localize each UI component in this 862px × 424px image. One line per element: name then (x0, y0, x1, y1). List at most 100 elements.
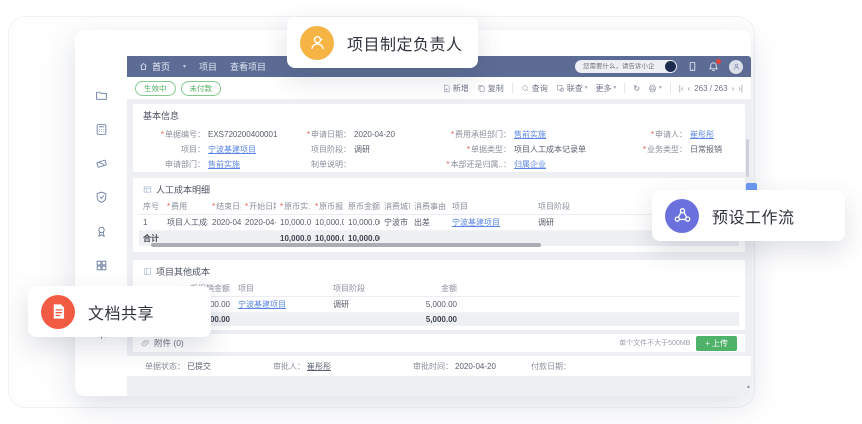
table-header-row: 序号 *费用 *结束日期 *开始日期 *原币实... *原币报... 原币金额 … (139, 199, 739, 215)
field-value-link[interactable]: 归属企业 (514, 159, 546, 170)
cell: 10,000.00 (344, 215, 380, 231)
chevron-down-icon: ▾ (585, 85, 588, 91)
field-apply-date: *申请日期： 2020-04-20 (295, 127, 417, 142)
linked-query-button[interactable]: 联查 ▾ (556, 83, 588, 94)
cell: 2020-04-01 (208, 215, 241, 231)
pager-count: 263 / 263 (694, 84, 727, 93)
table-header-row: 币报销金额 项目 项目阶段 金额 (139, 281, 739, 297)
copy-icon (477, 84, 486, 93)
required-mark: * (161, 130, 164, 139)
field-value-link[interactable]: 售前实施 (514, 129, 546, 140)
column-header: *原币报... (311, 199, 344, 215)
required-mark: * (307, 130, 310, 139)
field-business-type: *业务类型： 日常报销 (631, 142, 735, 157)
printer-icon (648, 84, 657, 93)
feature-badge-label: 项目制定负责人 (347, 31, 463, 55)
column-header: *费用 (163, 199, 208, 215)
vertical-scrollbar[interactable] (746, 139, 749, 177)
attachment-title: 附件 (0) (154, 337, 184, 349)
user-avatar[interactable] (729, 60, 743, 74)
table-icon (143, 185, 152, 194)
field-label: 项目阶段： (311, 144, 351, 155)
scroll-up-arrow-icon[interactable]: ▴ (747, 383, 750, 390)
new-button-label: 新增 (453, 83, 469, 94)
mobile-phone-icon[interactable] (687, 61, 698, 72)
query-button-label: 查询 (532, 83, 548, 94)
home-icon (139, 62, 148, 71)
chevron-down-icon: ▾ (659, 85, 662, 91)
field-value-link[interactable]: 售前实施 (208, 159, 240, 170)
ticket-icon[interactable] (94, 156, 108, 170)
field-applicant: *申请人： 崔彤彤 (631, 127, 735, 142)
field-ownership: *本部还是归属..： 归属企业 (417, 157, 631, 172)
query-button[interactable]: 查询 (521, 83, 548, 94)
notification-dot (716, 59, 721, 64)
refresh-button[interactable]: ↻ (633, 84, 640, 93)
assistant-avatar[interactable] (665, 61, 676, 72)
paperclip-icon (141, 339, 150, 348)
field-label: 单据状态： (145, 361, 185, 372)
field-bill-note: 制单说明： (295, 157, 417, 172)
field-label: 审批人： (273, 361, 305, 372)
other-cost-section: 项目其他成本 币报销金额 项目 项目阶段 金额 (133, 260, 745, 330)
cell: 项目人工成本 (163, 215, 208, 231)
global-search[interactable] (575, 60, 677, 73)
nav-home-item[interactable]: 首页 (139, 60, 170, 73)
folder-icon[interactable] (94, 88, 108, 102)
other-cost-table-wrap: 币报销金额 项目 项目阶段 金额 5,000.00 宁 (133, 281, 745, 326)
required-mark: * (451, 130, 454, 139)
field-label: 申请人： (655, 129, 687, 140)
new-button[interactable]: 新增 (442, 83, 469, 94)
nav-dropdown-caret-icon[interactable]: ▾ (183, 63, 186, 70)
pager-first-button[interactable]: |‹ (679, 84, 684, 93)
plus-icon: + (705, 339, 710, 348)
column-header (461, 281, 739, 297)
field-apply-dept: 申请部门： 售前实施 (143, 157, 295, 172)
field-value: 项目人工成本记录单 (514, 144, 586, 155)
upload-button[interactable]: + 上传 (696, 336, 737, 351)
field-value: EXS720200400001 (208, 130, 277, 139)
medal-icon[interactable] (94, 224, 108, 238)
nav-home-label: 首页 (152, 60, 170, 73)
pager-last-button[interactable]: ›| (738, 84, 743, 93)
column-header: 原币金额 (344, 199, 380, 215)
pager-prev-button[interactable]: ‹ (688, 84, 691, 93)
search-input[interactable] (583, 63, 661, 70)
toolbar-divider (512, 83, 513, 93)
apps-grid-icon[interactable] (94, 258, 108, 272)
field-value: 调研 (354, 144, 370, 155)
pager-next-button[interactable]: › (732, 84, 735, 93)
field-value-link[interactable]: 崔彤彤 (690, 129, 714, 140)
table-total-row: 5,000.00 5,000.00 (139, 313, 739, 327)
feature-badge-label: 文档共享 (88, 300, 154, 324)
table-row[interactable]: 5,000.00 宁波基建项目 调研 5,000.00 (139, 297, 739, 313)
column-header: 消费城市 (380, 199, 410, 215)
feature-badge-preset-workflow: 预设工作流 (652, 190, 845, 241)
horizontal-scrollbar[interactable] (151, 243, 541, 247)
field-value-link[interactable]: 宁波基建项目 (208, 144, 256, 155)
nav-item-view-project[interactable]: 查看项目 (230, 60, 266, 73)
field-label: 申请日期： (311, 129, 351, 140)
column-header: *结束日期 (208, 199, 241, 215)
nav-item-project[interactable]: 项目 (199, 60, 217, 73)
upload-button-label: 上传 (712, 338, 728, 349)
basic-info-section: 基本信息 *单据编号： EXS720200400001 *申请日期： 2020-… (133, 104, 745, 172)
shield-icon[interactable] (94, 190, 108, 204)
notification-bell-icon[interactable] (708, 61, 719, 72)
copy-button[interactable]: 复制 (477, 83, 504, 94)
project-link[interactable]: 宁波基建项目 (238, 300, 286, 309)
status-pills: 生效中 未付款 (135, 81, 221, 96)
field-label: 项目： (181, 144, 205, 155)
print-button[interactable]: ▾ (648, 84, 662, 93)
field-approve-time: 审批时间： 2020-04-20 (413, 361, 531, 372)
cell: 10,000.00 (311, 215, 344, 231)
calculator-icon[interactable] (94, 122, 108, 136)
search-icon (521, 84, 530, 93)
project-link[interactable]: 宁波基建项目 (452, 218, 500, 227)
approver-link[interactable]: 崔彤彤 (307, 361, 331, 372)
basic-info-title: 基本信息 (133, 104, 745, 125)
table-row[interactable]: 1 项目人工成本 2020-04-01 2020-04-01 10,000.00… (139, 215, 739, 231)
other-cost-title-row: 项目其他成本 (133, 260, 745, 281)
more-button[interactable]: 更多 ▾ (596, 83, 617, 94)
field-value: 日常报销 (690, 144, 722, 155)
